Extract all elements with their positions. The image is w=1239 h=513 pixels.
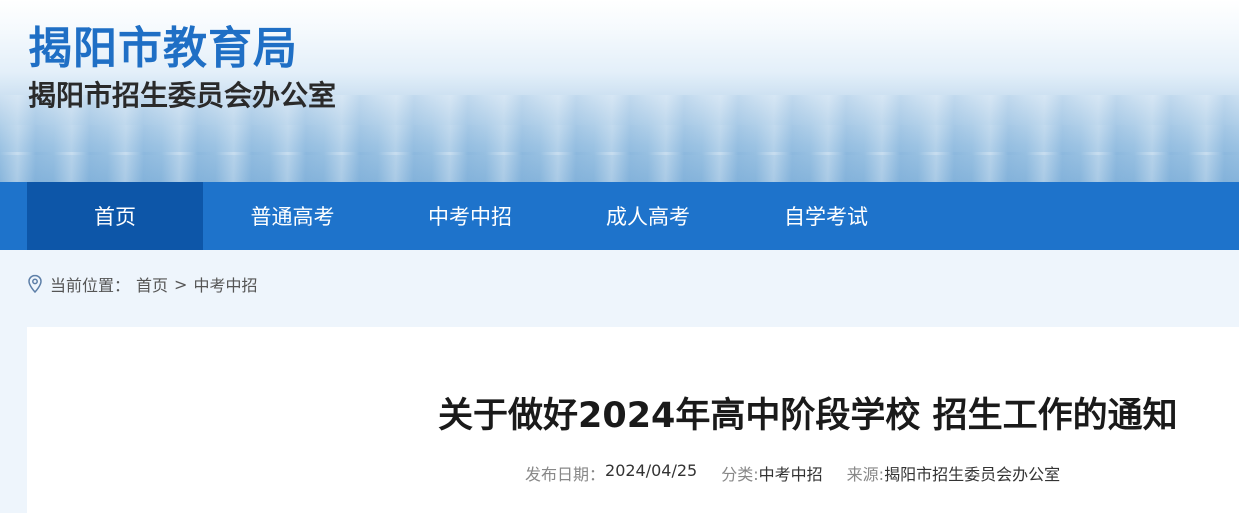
nav-item-self-study-exam[interactable]: 自学考试 bbox=[737, 182, 915, 250]
nav-item-adult-exam[interactable]: 成人高考 bbox=[559, 182, 737, 250]
source-value: 揭阳市招生委员会办公室 bbox=[884, 465, 1061, 484]
breadcrumb: 当前位置： 首页 > 中考中招 bbox=[26, 272, 257, 296]
article-meta: 发布日期： 2024/04/25 分类: 中考中招 来源: 揭阳市招生委员会办公… bbox=[525, 461, 1060, 485]
banner-water-texture bbox=[0, 125, 1239, 155]
breadcrumb-separator: > bbox=[174, 274, 188, 294]
publish-date: 2024/04/25 bbox=[605, 461, 698, 480]
article-panel: 关于做好2024年高中阶段学校 招生工作的通知 发布日期： 2024/04/25… bbox=[27, 327, 1239, 513]
banner-water-texture bbox=[0, 152, 1239, 182]
header-banner: 揭阳市教育局 揭阳市招生委员会办公室 bbox=[0, 0, 1239, 182]
date-label: 发布日期： bbox=[525, 465, 606, 484]
location-pin-icon bbox=[28, 274, 42, 294]
nav-item-college-exam[interactable]: 普通高考 bbox=[204, 182, 381, 250]
site-title[interactable]: 揭阳市教育局 bbox=[28, 12, 298, 76]
category-value: 中考中招 bbox=[758, 465, 823, 484]
source-label: 来源: bbox=[846, 465, 885, 484]
site-subtitle: 揭阳市招生委员会办公室 bbox=[28, 79, 337, 112]
nav-item-middle-school-exam[interactable]: 中考中招 bbox=[381, 182, 559, 250]
category-label: 分类: bbox=[721, 465, 759, 484]
article-title: 关于做好2024年高中阶段学校 招生工作的通知 bbox=[438, 396, 1178, 436]
main-nav: 首页 普通高考 中考中招 成人高考 自学考试 bbox=[0, 182, 1239, 250]
nav-item-home[interactable]: 首页 bbox=[27, 182, 203, 250]
breadcrumb-current-link[interactable]: 中考中招 bbox=[193, 272, 257, 296]
breadcrumb-prefix: 当前位置： bbox=[50, 276, 131, 295]
breadcrumb-home-link[interactable]: 首页 bbox=[136, 272, 168, 296]
